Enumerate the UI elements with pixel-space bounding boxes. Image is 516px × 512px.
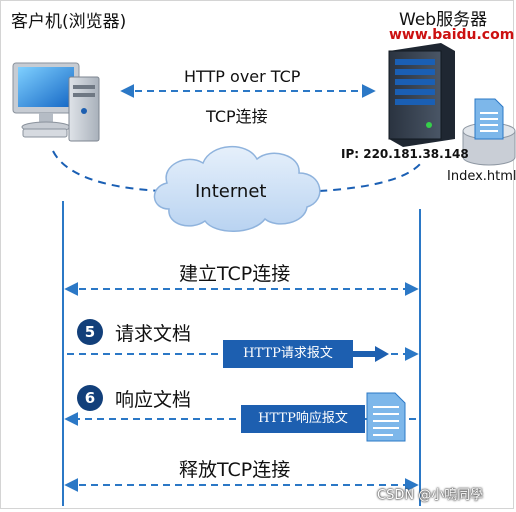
diagram-frame: 客户机(浏览器) Web服务器 www.baidu.com IP: 220.18… [0,0,516,509]
server-ip: IP: 220.181.38.148 [341,147,469,161]
response-label: 响应文档 [115,389,192,411]
response-message-box: HTTP响应报文 [241,405,365,433]
step-5-badge: 5 [77,319,103,345]
watermark: CSDN @小鳴同學 [377,488,484,503]
request-message-box: HTTP请求报文 [223,340,353,368]
http-over-tcp-label: HTTP over TCP [184,67,301,86]
request-label: 请求文档 [115,323,192,345]
server-url: www.baidu.com [389,27,515,43]
release-tcp-label: 释放TCP连接 [179,459,291,481]
server-icon [388,43,455,147]
establish-tcp-label: 建立TCP连接 [179,263,291,285]
internet-link-left [52,150,162,192]
step-6-badge: 6 [77,385,103,411]
response-document-icon [366,392,406,442]
tcp-connection-label: TCP连接 [206,107,268,126]
client-label: 客户机(浏览器) [11,12,127,32]
internet-link-right [318,162,422,192]
internet-label: Internet [195,181,267,202]
request-message-pointer [353,346,389,362]
html-document-icon [474,98,504,140]
server-file-name: Index.html [447,169,516,184]
client-computer-icon [12,62,100,142]
